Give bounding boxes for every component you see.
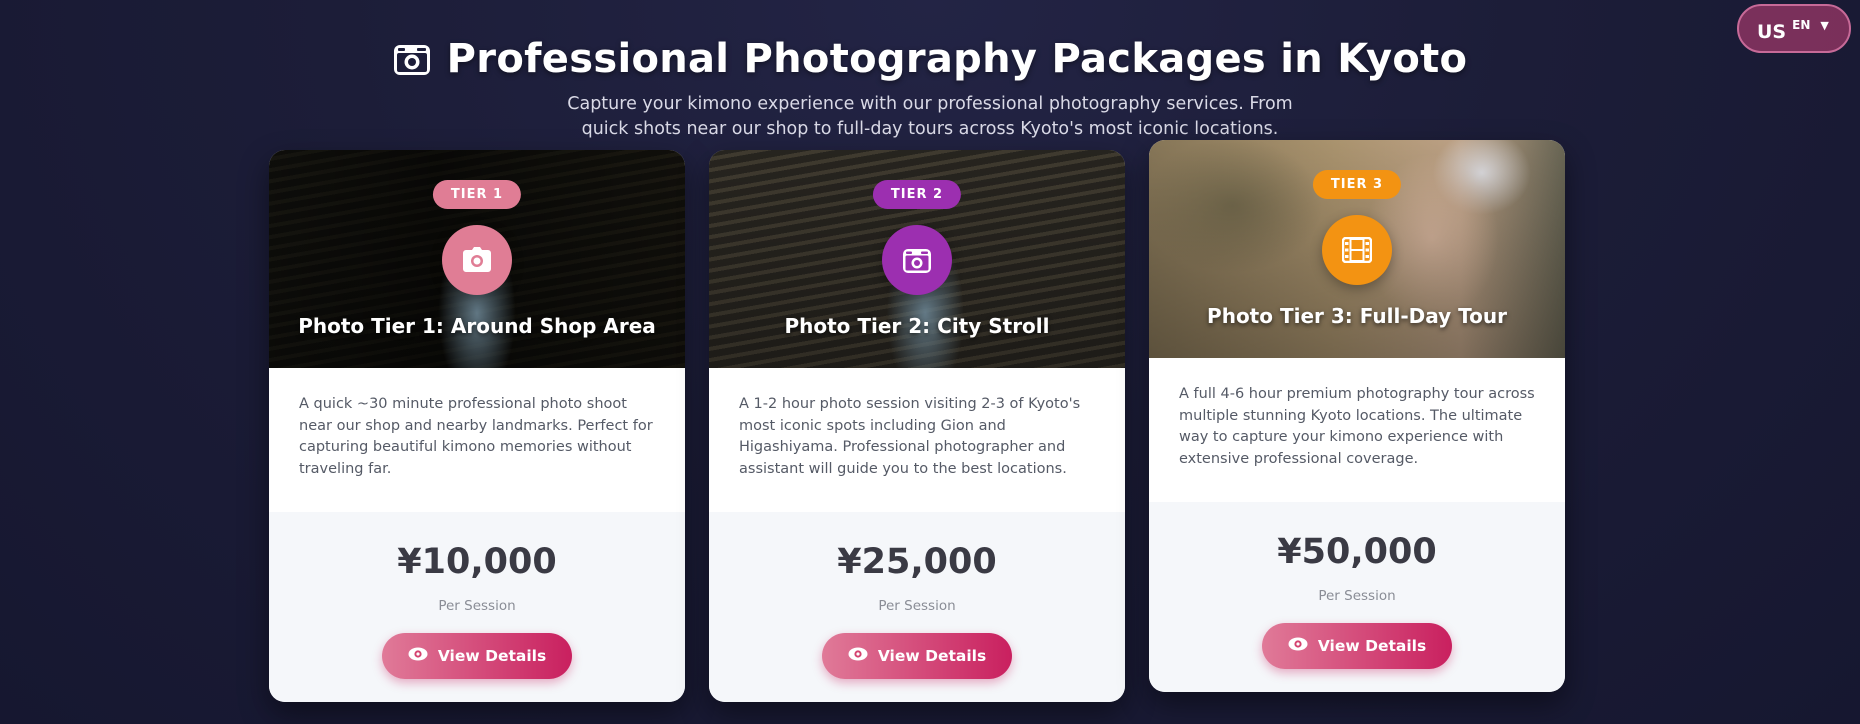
card-description: A full 4-6 hour premium photography tour… xyxy=(1149,358,1565,502)
view-details-button[interactable]: View Details xyxy=(822,633,1012,679)
price: ¥25,000 xyxy=(837,542,997,582)
price-unit: Per Session xyxy=(438,598,516,614)
language-code: EN xyxy=(1792,17,1811,32)
price-section: ¥10,000 Per Session View Details xyxy=(269,512,685,702)
package-card-tier-2: TIER 2 Photo Tier 2: City Stroll A 1-2 h… xyxy=(709,150,1125,702)
camera-icon xyxy=(442,225,512,295)
page-title-text: Professional Photography Packages in Kyo… xyxy=(446,36,1468,82)
film-icon xyxy=(1322,215,1392,285)
card-title: Photo Tier 2: City Stroll xyxy=(784,314,1050,338)
chevron-down-icon: ▼ xyxy=(1820,19,1829,32)
price-unit: Per Session xyxy=(878,598,956,614)
camera-retro-icon xyxy=(393,41,431,77)
tier-badge: TIER 1 xyxy=(432,180,522,209)
price: ¥50,000 xyxy=(1277,532,1437,572)
card-hero-image: TIER 3 Photo Tier 3: Full-Day Tour xyxy=(1149,140,1565,358)
view-details-button[interactable]: View Details xyxy=(382,633,572,679)
card-hero-image: TIER 2 Photo Tier 2: City Stroll xyxy=(709,150,1125,368)
card-description: A 1-2 hour photo session visiting 2-3 of… xyxy=(709,368,1125,512)
card-title: Photo Tier 3: Full-Day Tour xyxy=(1207,304,1507,328)
card-hero-image: TIER 1 Photo Tier 1: Around Shop Area xyxy=(269,150,685,368)
camera-retro-icon xyxy=(882,225,952,295)
view-details-button[interactable]: View Details xyxy=(1262,623,1452,669)
button-label: View Details xyxy=(1317,637,1427,655)
price-unit: Per Session xyxy=(1318,588,1396,604)
eye-icon xyxy=(1288,637,1308,655)
price-section: ¥50,000 Per Session View Details xyxy=(1149,502,1565,692)
eye-icon xyxy=(848,647,868,665)
button-label: View Details xyxy=(437,647,547,665)
page-subtitle: Capture your kimono experience with our … xyxy=(567,94,1293,139)
card-description: A quick ~30 minute professional photo sh… xyxy=(269,368,685,512)
button-label: View Details xyxy=(877,647,987,665)
price-section: ¥25,000 Per Session View Details xyxy=(709,512,1125,702)
page-title: Professional Photography Packages in Kyo… xyxy=(0,36,1860,82)
card-title: Photo Tier 1: Around Shop Area xyxy=(298,314,656,338)
tier-badge: TIER 3 xyxy=(1312,170,1402,199)
price: ¥10,000 xyxy=(397,542,557,582)
eye-icon xyxy=(408,647,428,665)
tier-badge: TIER 2 xyxy=(872,180,962,209)
package-card-tier-1: TIER 1 Photo Tier 1: Around Shop Area A … xyxy=(269,150,685,702)
package-card-tier-3: TIER 3 Photo Tier 3: Full-Day Tour A ful… xyxy=(1149,140,1565,692)
